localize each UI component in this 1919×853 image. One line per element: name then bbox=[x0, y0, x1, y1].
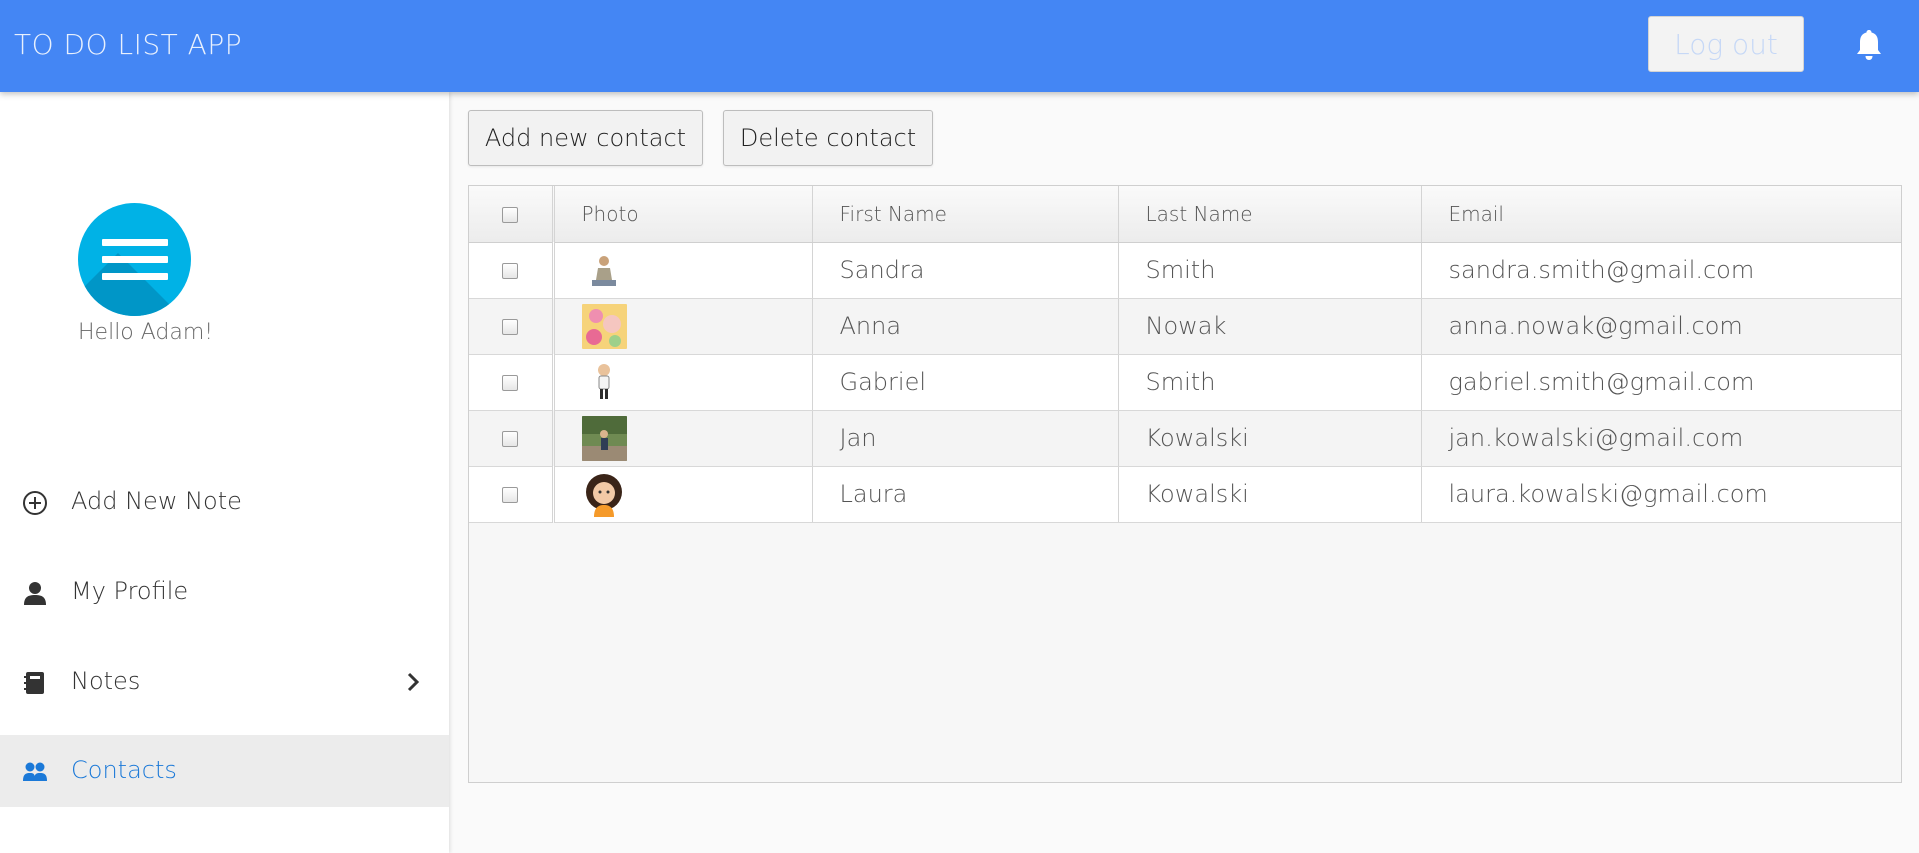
table-header-row: Photo First Name Last Name Email bbox=[469, 186, 1901, 243]
sidebar-item-label: Notes bbox=[71, 667, 141, 695]
bell-icon[interactable] bbox=[1855, 28, 1883, 62]
first-name-cell: Gabriel bbox=[812, 354, 1119, 411]
sidebar-item-notes[interactable]: Notes bbox=[0, 646, 449, 718]
notebook-icon bbox=[24, 672, 44, 694]
sidebar-item-label: Contacts bbox=[71, 756, 177, 784]
row-select-cell bbox=[469, 410, 555, 467]
sidebar: Hello Adam! Add New Note My Profile Note… bbox=[0, 92, 449, 853]
photo-cell bbox=[553, 354, 813, 411]
sidebar-item-add-new-note[interactable]: Add New Note bbox=[0, 466, 449, 538]
email-cell: laura.kowalski@gmail.com bbox=[1421, 466, 1901, 523]
email-cell: anna.nowak@gmail.com bbox=[1421, 298, 1901, 355]
contact-photo bbox=[581, 415, 627, 461]
table-row[interactable]: Sandra Smith sandra.smith@gmail.com bbox=[469, 242, 1901, 299]
contact-photo bbox=[581, 303, 627, 349]
first-name-cell: Anna bbox=[812, 298, 1119, 355]
table-row[interactable]: Jan Kowalski jan.kowalski@gmail.com bbox=[469, 410, 1901, 467]
top-bar: TO DO LIST APP Log out bbox=[0, 0, 1919, 92]
first-name-cell: Sandra bbox=[812, 242, 1119, 299]
contacts-grid: Photo First Name Last Name Email Sandra bbox=[468, 185, 1902, 783]
row-checkbox[interactable] bbox=[502, 375, 519, 391]
row-select-cell bbox=[469, 298, 555, 355]
first-name-cell: Laura bbox=[812, 466, 1119, 523]
row-select-cell bbox=[469, 242, 555, 299]
photo-cell bbox=[553, 410, 813, 467]
select-all-header bbox=[469, 186, 555, 243]
sidebar-item-my-profile[interactable]: My Profile bbox=[0, 556, 449, 628]
email-cell: jan.kowalski@gmail.com bbox=[1421, 410, 1901, 467]
menu-line bbox=[102, 239, 168, 246]
last-name-cell: Kowalski bbox=[1118, 466, 1422, 523]
contact-photo bbox=[581, 247, 627, 293]
email-cell: sandra.smith@gmail.com bbox=[1421, 242, 1901, 299]
row-checkbox[interactable] bbox=[502, 263, 519, 279]
row-select-cell bbox=[469, 354, 555, 411]
app-title: TO DO LIST APP bbox=[14, 28, 243, 61]
row-checkbox[interactable] bbox=[502, 319, 519, 335]
avatar[interactable] bbox=[78, 203, 191, 316]
sidebar-item-label: My Profile bbox=[71, 577, 189, 605]
column-header-last-name[interactable]: Last Name bbox=[1118, 186, 1422, 243]
photo-cell bbox=[553, 298, 813, 355]
sidebar-item-contacts[interactable]: Contacts bbox=[0, 735, 449, 807]
delete-contact-button[interactable]: Delete contact bbox=[723, 110, 933, 166]
last-name-cell: Kowalski bbox=[1118, 410, 1422, 467]
column-header-first-name[interactable]: First Name bbox=[812, 186, 1119, 243]
menu-line bbox=[102, 256, 168, 263]
person-icon bbox=[24, 582, 46, 605]
contact-photo bbox=[581, 359, 627, 405]
add-contact-button[interactable]: Add new contact bbox=[468, 110, 703, 166]
row-checkbox[interactable] bbox=[502, 431, 519, 447]
chevron-right-icon bbox=[407, 672, 420, 692]
greeting: Hello Adam! bbox=[78, 320, 214, 345]
row-select-cell bbox=[469, 466, 555, 523]
contact-photo bbox=[581, 471, 627, 517]
column-header-photo[interactable]: Photo bbox=[553, 186, 813, 243]
last-name-cell: Smith bbox=[1118, 354, 1422, 411]
last-name-cell: Smith bbox=[1118, 242, 1422, 299]
table-row[interactable]: Gabriel Smith gabriel.smith@gmail.com bbox=[469, 354, 1901, 411]
column-header-email[interactable]: Email bbox=[1421, 186, 1901, 243]
menu-line bbox=[102, 273, 168, 280]
table-row[interactable]: Laura Kowalski laura.kowalski@gmail.com bbox=[469, 466, 1901, 523]
table-row[interactable]: Anna Nowak anna.nowak@gmail.com bbox=[469, 298, 1901, 355]
contacts-icon bbox=[23, 762, 47, 781]
logout-button[interactable]: Log out bbox=[1648, 16, 1804, 72]
select-all-checkbox[interactable] bbox=[502, 207, 519, 224]
email-cell: gabriel.smith@gmail.com bbox=[1421, 354, 1901, 411]
photo-cell bbox=[553, 242, 813, 299]
plus-circle-icon bbox=[23, 491, 47, 515]
last-name-cell: Nowak bbox=[1118, 298, 1422, 355]
sidebar-item-label: Add New Note bbox=[71, 487, 242, 515]
photo-cell bbox=[553, 466, 813, 523]
first-name-cell: Jan bbox=[812, 410, 1119, 467]
contacts-table: Photo First Name Last Name Email Sandra bbox=[469, 186, 1901, 523]
row-checkbox[interactable] bbox=[502, 487, 519, 503]
